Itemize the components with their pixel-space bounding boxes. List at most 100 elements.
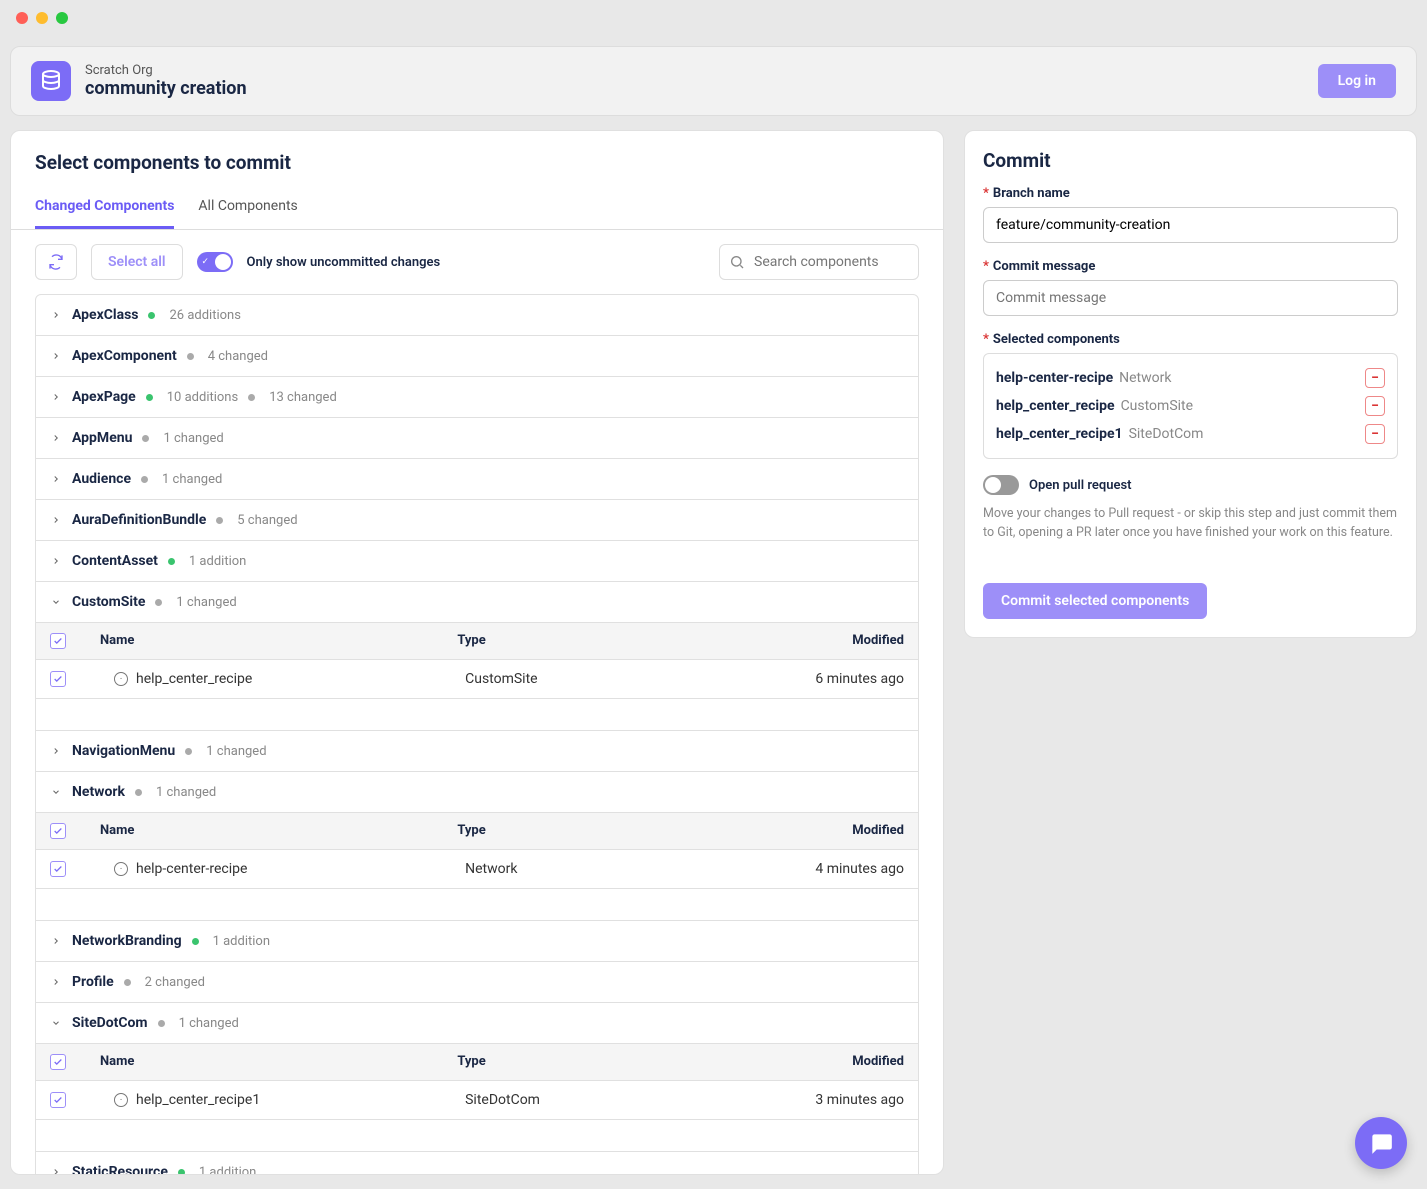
window-minimize-button[interactable]	[36, 12, 48, 24]
item-type: CustomSite	[465, 671, 728, 687]
item-name: ·help_center_recipe1	[100, 1092, 465, 1108]
chevron-right-icon	[50, 391, 62, 403]
components-toolbar: Select all ✓ Only show uncommitted chang…	[11, 230, 943, 294]
status-badge: 1 changed	[162, 472, 222, 487]
selected-components-label: *Selected components	[983, 332, 1398, 347]
remove-button[interactable]: −	[1365, 368, 1385, 388]
remove-button[interactable]: −	[1365, 424, 1385, 444]
select-all-checkbox[interactable]	[50, 823, 66, 839]
check-icon: ✓	[202, 257, 210, 267]
status-badge: 13 changed	[269, 390, 337, 405]
table-header: NameTypeModified	[36, 813, 918, 850]
group-name: CustomSite	[72, 594, 145, 610]
group-name: ApexComponent	[72, 348, 177, 364]
status-dot	[135, 789, 142, 796]
uncommitted-toggle[interactable]: ✓	[197, 252, 233, 272]
window-close-button[interactable]	[16, 12, 28, 24]
edit-indicator-icon: ·	[114, 672, 128, 686]
open-pr-toggle[interactable]	[983, 475, 1019, 495]
group-name: AppMenu	[72, 430, 132, 446]
col-modified: Modified	[725, 823, 904, 839]
commit-message-label: *Commit message	[983, 259, 1398, 274]
col-type: Type	[457, 633, 725, 649]
selected-component-item: help_center_recipe CustomSite −	[996, 392, 1385, 420]
chat-fab[interactable]	[1355, 1117, 1407, 1169]
component-group-profile[interactable]: Profile 2 changed	[36, 962, 918, 1003]
components-panel: Select components to commit Changed Comp…	[10, 130, 944, 1175]
col-type: Type	[457, 823, 725, 839]
refresh-icon	[48, 254, 64, 270]
selected-name: help_center_recipe	[996, 398, 1115, 414]
group-name: Audience	[72, 471, 131, 487]
spacer	[36, 1120, 918, 1152]
status-dot	[141, 476, 148, 483]
col-name: Name	[100, 633, 457, 649]
spacer	[36, 699, 918, 731]
status-dot	[216, 517, 223, 524]
item-modified: 4 minutes ago	[728, 861, 904, 877]
commit-button[interactable]: Commit selected components	[983, 583, 1207, 619]
status-badge: 1 changed	[163, 431, 223, 446]
login-button[interactable]: Log in	[1318, 64, 1396, 98]
component-group-staticresource[interactable]: StaticResource 1 addition	[36, 1152, 918, 1175]
component-group-sitedotcom[interactable]: SiteDotCom 1 changed	[36, 1003, 918, 1044]
select-all-checkbox[interactable]	[50, 1054, 66, 1070]
component-group-networkbranding[interactable]: NetworkBranding 1 addition	[36, 921, 918, 962]
component-group-customsite[interactable]: CustomSite 1 changed	[36, 582, 918, 623]
window-maximize-button[interactable]	[56, 12, 68, 24]
group-name: ContentAsset	[72, 553, 158, 569]
branch-name-label: *Branch name	[983, 186, 1398, 201]
select-all-checkbox[interactable]	[50, 633, 66, 649]
select-all-button[interactable]: Select all	[91, 244, 183, 280]
refresh-button[interactable]	[35, 244, 77, 280]
component-group-appmenu[interactable]: AppMenu 1 changed	[36, 418, 918, 459]
components-list: ApexClass 26 additions ApexComponent 4 c…	[35, 294, 919, 1175]
selected-type: SiteDotCom	[1129, 426, 1204, 442]
tab-changed-components[interactable]: Changed Components	[35, 186, 174, 229]
component-item-row: ·help_center_recipe1SiteDotCom3 minutes …	[36, 1081, 918, 1120]
group-name: Network	[72, 784, 125, 800]
tab-all-components[interactable]: All Components	[198, 186, 297, 229]
status-dot	[148, 312, 155, 319]
component-group-network[interactable]: Network 1 changed	[36, 772, 918, 813]
table-header: NameTypeModified	[36, 623, 918, 660]
branch-name-input[interactable]	[983, 207, 1398, 243]
chevron-down-icon	[50, 596, 62, 608]
component-group-contentasset[interactable]: ContentAsset 1 addition	[36, 541, 918, 582]
search-input[interactable]	[719, 244, 919, 280]
item-modified: 6 minutes ago	[728, 671, 904, 687]
commit-panel-title: Commit	[983, 149, 1398, 186]
component-group-apexpage[interactable]: ApexPage 10 additions 13 changed	[36, 377, 918, 418]
item-checkbox[interactable]	[50, 1092, 66, 1108]
status-badge: 1 addition	[189, 554, 246, 569]
org-type-label: Scratch Org	[85, 63, 1318, 78]
status-badge: 1 changed	[176, 595, 236, 610]
component-group-audience[interactable]: Audience 1 changed	[36, 459, 918, 500]
commit-message-input[interactable]	[983, 280, 1398, 316]
component-item-row: ·help_center_recipeCustomSite6 minutes a…	[36, 660, 918, 699]
item-checkbox[interactable]	[50, 861, 66, 877]
open-pr-label: Open pull request	[1029, 478, 1132, 493]
components-panel-title: Select components to commit	[11, 151, 943, 186]
component-tabs: Changed Components All Components	[11, 186, 943, 230]
item-modified: 3 minutes ago	[728, 1092, 904, 1108]
component-group-apexclass[interactable]: ApexClass 26 additions	[36, 295, 918, 336]
group-name: StaticResource	[72, 1164, 168, 1175]
component-item-row: ·help-center-recipeNetwork4 minutes ago	[36, 850, 918, 889]
col-type: Type	[457, 1054, 725, 1070]
component-group-auradefinitionbundle[interactable]: AuraDefinitionBundle 5 changed	[36, 500, 918, 541]
component-group-navigationmenu[interactable]: NavigationMenu 1 changed	[36, 731, 918, 772]
component-group-apexcomponent[interactable]: ApexComponent 4 changed	[36, 336, 918, 377]
selected-type: CustomSite	[1121, 398, 1193, 414]
col-modified: Modified	[725, 633, 904, 649]
remove-button[interactable]: −	[1365, 396, 1385, 416]
item-checkbox[interactable]	[50, 671, 66, 687]
status-dot	[192, 938, 199, 945]
status-badge: 1 addition	[213, 934, 270, 949]
status-dot	[158, 1020, 165, 1027]
chevron-down-icon	[50, 1017, 62, 1029]
app-header: Scratch Org community creation Log in	[10, 46, 1417, 116]
chevron-right-icon	[50, 473, 62, 485]
commit-panel: Commit *Branch name *Commit message *Sel…	[964, 130, 1417, 638]
col-name: Name	[100, 1054, 457, 1070]
